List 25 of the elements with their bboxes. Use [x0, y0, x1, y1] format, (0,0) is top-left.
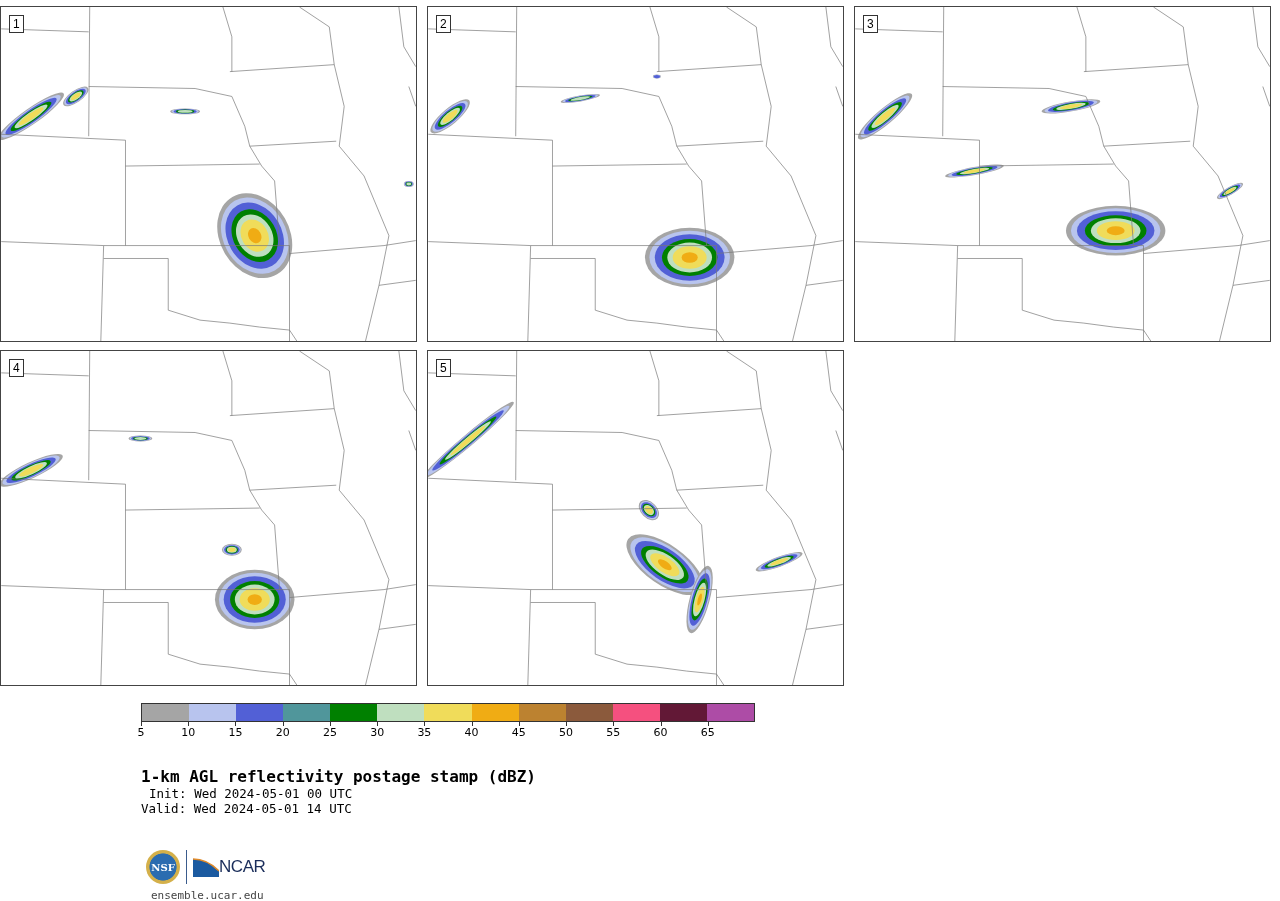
colorbar-tick-label: 65: [700, 727, 715, 739]
colorbar-tick-label: 60: [653, 727, 668, 739]
colorbar-tick-label: 15: [228, 727, 243, 739]
panel-number: 3: [863, 15, 878, 33]
colorbar-tick-label: 55: [606, 727, 621, 739]
nsf-logo-text: NSF: [151, 860, 175, 875]
init-time: Init: Wed 2024-05-01 00 UTC: [148, 786, 354, 801]
ncar-logo-text: NCAR: [219, 856, 266, 879]
colorbar-tick-label: 45: [511, 727, 526, 739]
colorbar-tick-label: 35: [417, 727, 432, 739]
chart-title: 1-km AGL reflectivity postage stamp (dBZ): [141, 768, 537, 786]
panel-number: 1: [9, 15, 24, 33]
colorbar-tick-label: 25: [322, 727, 337, 739]
panel-number: 4: [9, 359, 24, 377]
colorbar-tick-label: 5: [137, 727, 145, 739]
colorbar-tick-label: 30: [370, 727, 385, 739]
panel-number: 5: [436, 359, 451, 377]
valid-time: Valid: Wed 2024-05-01 14 UTC: [141, 801, 353, 816]
colorbar-tick-label: 10: [181, 727, 196, 739]
colorbar-tick-label: 40: [464, 727, 479, 739]
panel-number: 2: [436, 15, 451, 33]
website-url: ensemble.ucar.edu: [150, 888, 265, 901]
colorbar-tick-label: 20: [275, 727, 290, 739]
colorbar-tick-label: 50: [559, 727, 574, 739]
ncar-swoosh-icon: [193, 857, 219, 877]
